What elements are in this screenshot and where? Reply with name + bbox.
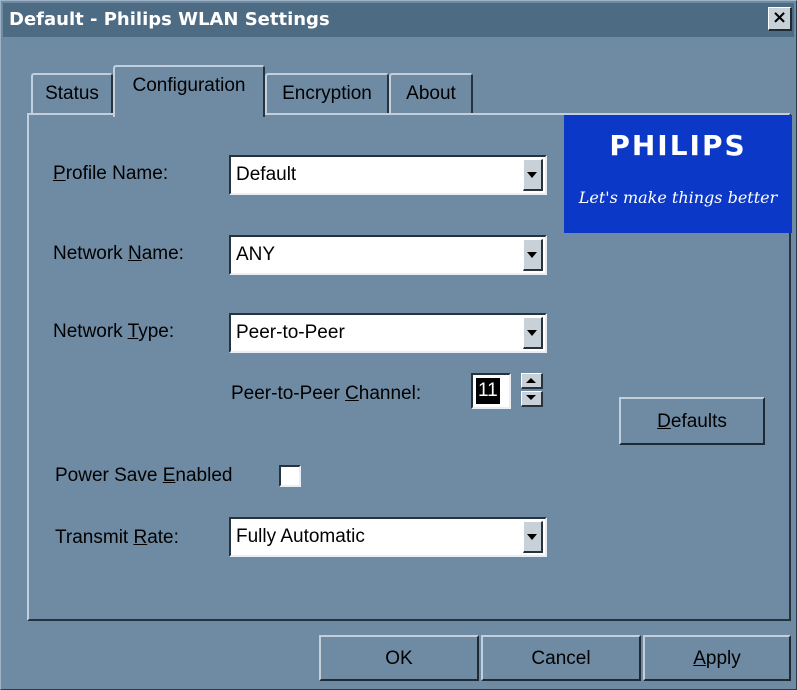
chevron-down-icon[interactable]: [523, 521, 543, 553]
tab-status-label: Status: [45, 83, 99, 104]
cancel-button[interactable]: Cancel: [481, 635, 641, 681]
spin-down-icon[interactable]: [521, 391, 543, 407]
network-type-label: Network Type:: [53, 321, 175, 342]
tab-configuration[interactable]: Configuration: [113, 65, 265, 117]
network-name-value: ANY: [236, 244, 276, 265]
profile-name-select[interactable]: Default: [229, 155, 547, 195]
channel-label: Peer-to-Peer Channel:: [231, 383, 422, 404]
power-save-checkbox[interactable]: [279, 465, 301, 487]
tab-about-label: About: [406, 83, 456, 104]
settings-window: Default - Philips WLAN Settings × Status…: [0, 0, 797, 690]
channel-field[interactable]: 11: [471, 373, 511, 409]
spin-up-icon[interactable]: [521, 373, 543, 389]
logo-brand: PHILIPS: [609, 129, 747, 162]
network-type-select[interactable]: Peer-to-Peer: [229, 313, 547, 353]
channel-value: 11: [476, 378, 500, 404]
profile-name-label: Profile Name:: [53, 163, 169, 184]
network-name-select[interactable]: ANY: [229, 235, 547, 275]
close-button[interactable]: ×: [768, 7, 792, 31]
transmit-rate-label: Transmit Rate:: [55, 527, 179, 548]
network-name-label: Network Name:: [53, 243, 184, 264]
logo-tagline: Let's make things better: [578, 188, 778, 207]
power-save-label: Power Save Enabled: [55, 465, 233, 486]
defaults-button[interactable]: Defaults: [619, 397, 765, 445]
tab-about[interactable]: About: [389, 73, 473, 113]
apply-button[interactable]: Apply: [643, 635, 791, 681]
close-icon: ×: [771, 7, 788, 28]
tab-configuration-label: Configuration: [132, 75, 246, 96]
tab-encryption[interactable]: Encryption: [265, 73, 389, 113]
transmit-rate-select[interactable]: Fully Automatic: [229, 517, 547, 557]
profile-name-value: Default: [236, 164, 297, 185]
tab-status[interactable]: Status: [31, 73, 113, 113]
chevron-down-icon[interactable]: [523, 317, 543, 349]
ok-button[interactable]: OK: [319, 635, 479, 681]
philips-logo: PHILIPS Let's make things better: [564, 115, 792, 233]
chevron-down-icon[interactable]: [523, 159, 543, 191]
title-bar: Default - Philips WLAN Settings ×: [3, 3, 794, 37]
chevron-down-icon[interactable]: [523, 239, 543, 271]
window-title: Default - Philips WLAN Settings: [9, 9, 330, 30]
transmit-rate-value: Fully Automatic: [236, 526, 365, 547]
tab-encryption-label: Encryption: [282, 83, 372, 104]
configuration-panel: PHILIPS Let's make things better Profile…: [27, 113, 792, 621]
network-type-value: Peer-to-Peer: [236, 322, 345, 343]
